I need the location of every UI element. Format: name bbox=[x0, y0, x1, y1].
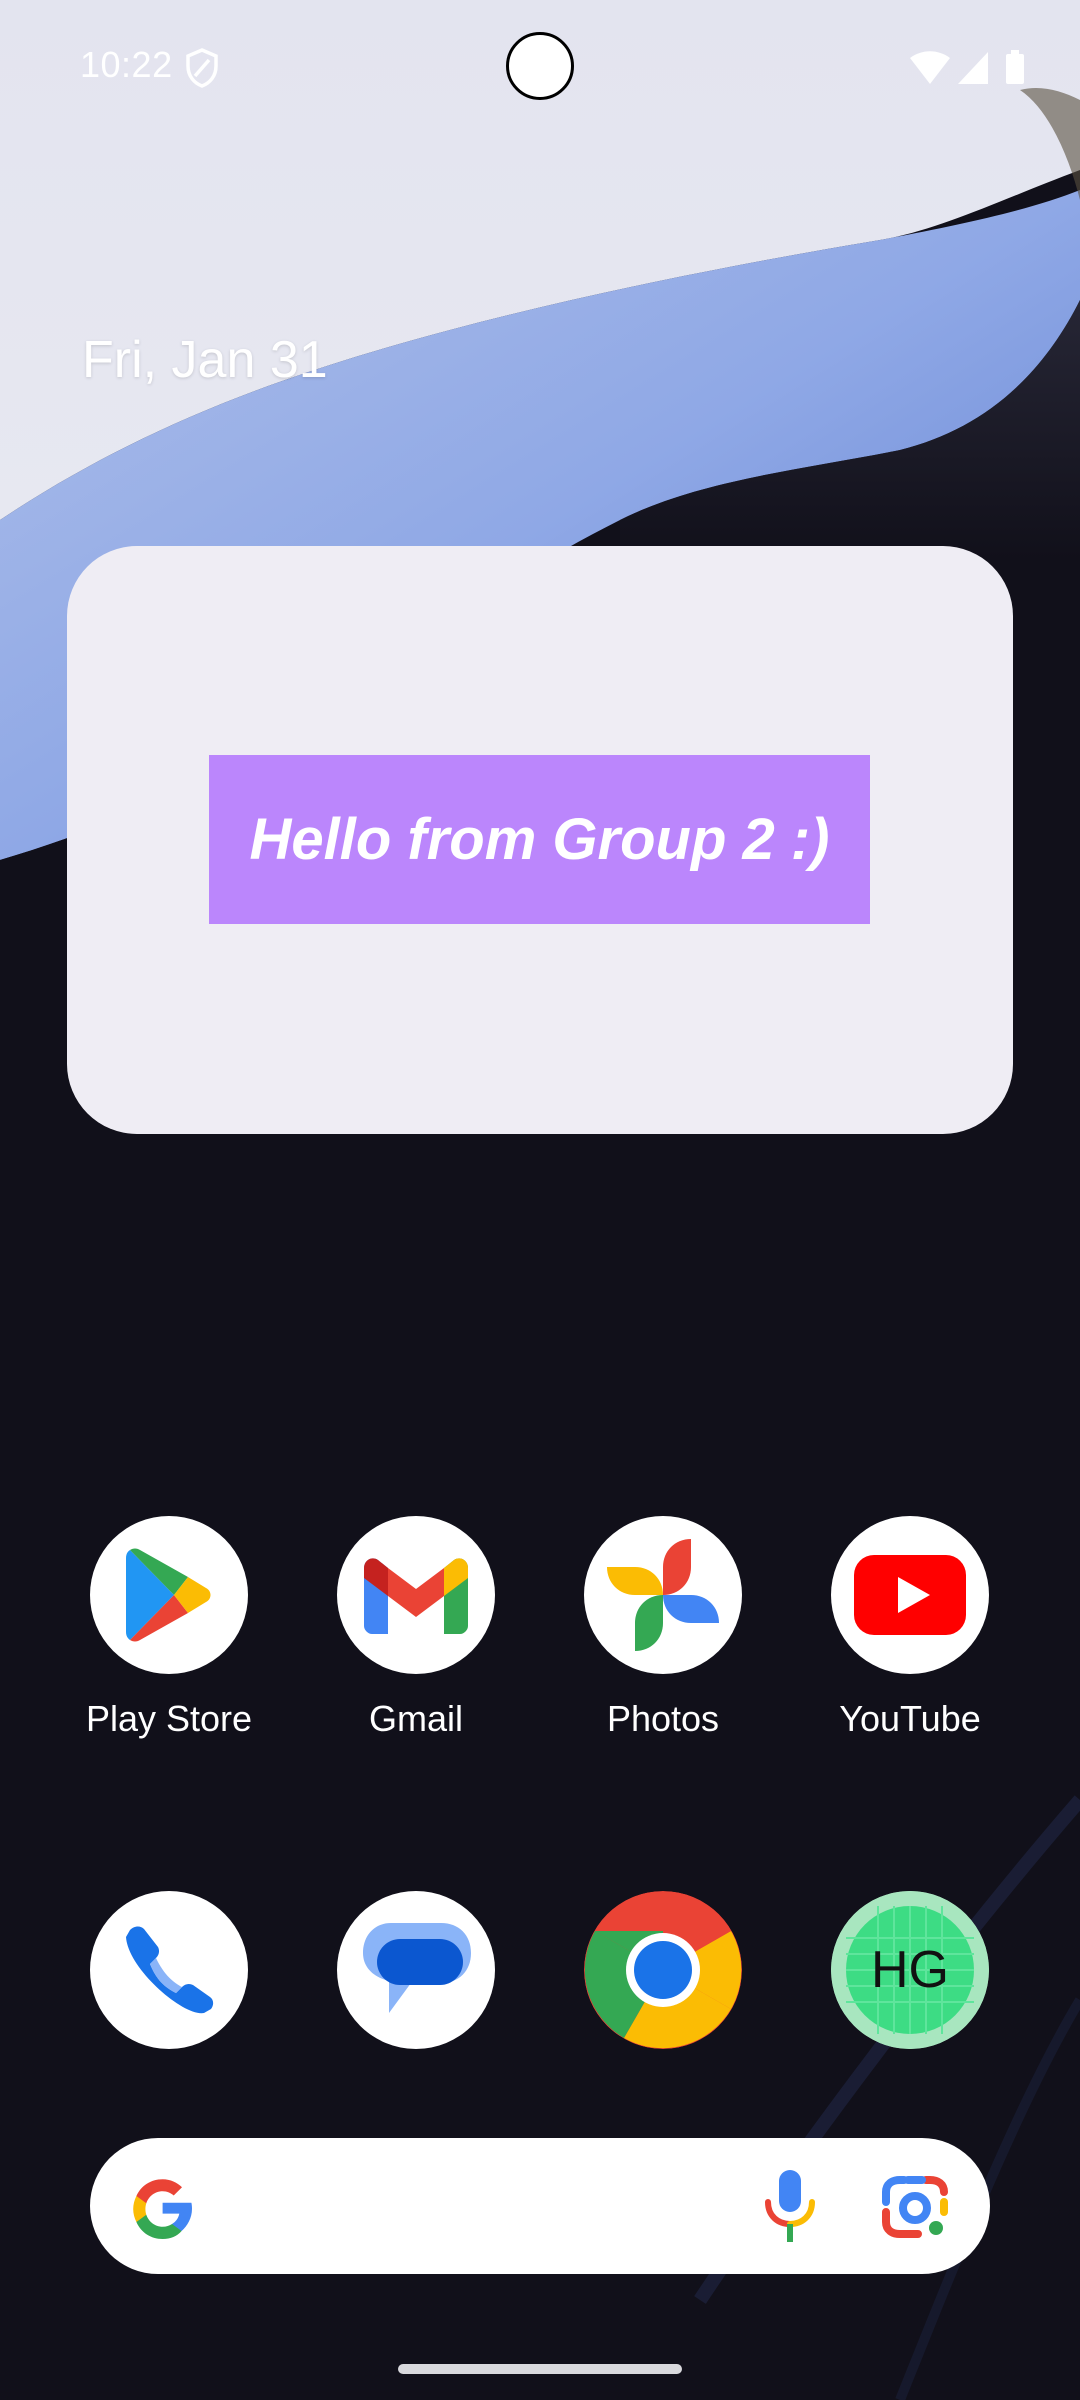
app-label: Play Store bbox=[85, 1698, 253, 1739]
app-play-store[interactable]: Play Store bbox=[59, 1516, 279, 1740]
google-lens-icon[interactable] bbox=[880, 2172, 950, 2242]
messages-icon[interactable] bbox=[337, 1891, 495, 2049]
youtube-icon[interactable] bbox=[831, 1516, 989, 1674]
status-time: 10:22 bbox=[80, 44, 173, 85]
google-search-bar[interactable] bbox=[90, 2138, 990, 2274]
chrome-icon[interactable] bbox=[584, 1891, 742, 2049]
wifi-icon bbox=[910, 51, 950, 84]
dock-app-phone[interactable] bbox=[59, 1891, 279, 2049]
shield-icon bbox=[184, 48, 220, 88]
hg-app-icon[interactable]: HG bbox=[831, 1891, 989, 2049]
gmail-icon[interactable] bbox=[337, 1516, 495, 1674]
status-bar: 10:22 bbox=[0, 0, 1080, 140]
play-store-icon[interactable] bbox=[90, 1516, 248, 1674]
battery-icon bbox=[1006, 50, 1024, 84]
phone-icon[interactable] bbox=[90, 1891, 248, 2049]
date-text[interactable]: Fri, Jan 31 bbox=[82, 330, 328, 390]
dock-app-messages[interactable] bbox=[306, 1891, 526, 2049]
custom-widget[interactable]: Hello from Group 2 :) bbox=[67, 546, 1013, 1134]
cell-signal-icon bbox=[958, 52, 988, 84]
dock-app-hg[interactable]: HG bbox=[800, 1891, 1020, 2049]
widget-text: Hello from Group 2 :) bbox=[249, 807, 830, 872]
hg-app-text: HG bbox=[871, 1941, 949, 1999]
google-g-icon bbox=[130, 2176, 194, 2240]
widget-banner[interactable]: Hello from Group 2 :) bbox=[209, 755, 870, 924]
app-youtube[interactable]: YouTube bbox=[800, 1516, 1020, 1740]
app-label: YouTube bbox=[839, 1698, 981, 1739]
app-label: Gmail bbox=[368, 1698, 463, 1739]
home-gesture-bar[interactable] bbox=[398, 2364, 682, 2374]
dock-app-chrome[interactable] bbox=[553, 1891, 773, 2049]
app-photos[interactable]: Photos bbox=[553, 1516, 773, 1740]
app-label: Photos bbox=[606, 1698, 720, 1739]
photos-icon[interactable] bbox=[584, 1516, 742, 1674]
camera-cutout bbox=[506, 32, 574, 100]
microphone-icon[interactable] bbox=[762, 2168, 818, 2244]
app-gmail[interactable]: Gmail bbox=[306, 1516, 526, 1740]
status-icons bbox=[910, 48, 1030, 88]
